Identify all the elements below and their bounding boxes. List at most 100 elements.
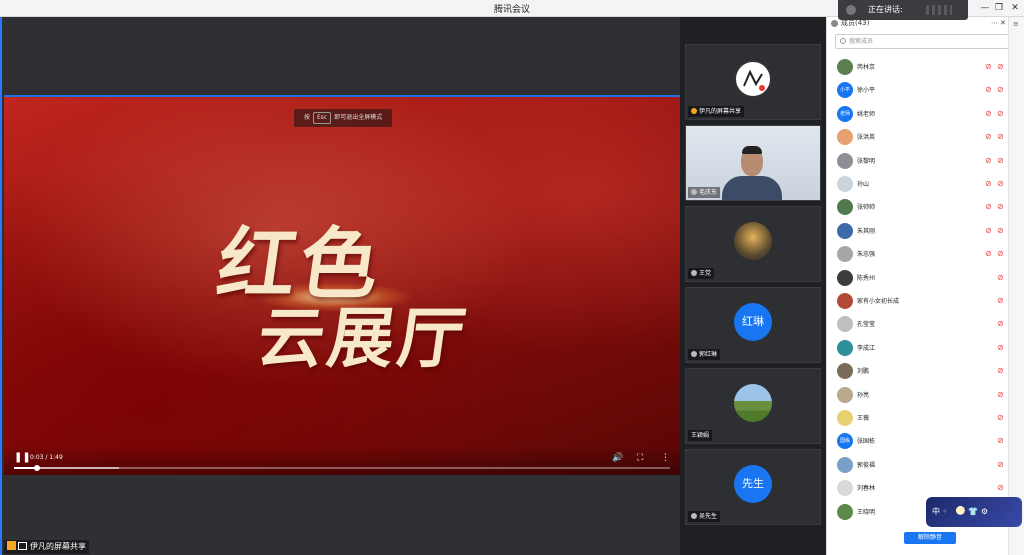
ime-toolbar[interactable]: 中 ◦ 👕 ⚙ bbox=[926, 497, 1022, 527]
progress-bar[interactable] bbox=[14, 465, 670, 471]
progress-knob[interactable] bbox=[33, 465, 40, 471]
settings-icon[interactable]: ⚙ bbox=[981, 507, 988, 516]
member-row[interactable]: 国栋 张国栋 ⊘ bbox=[835, 431, 1015, 451]
video-controls: ❚❚ 0:03 / 1:49 🔊 ⛶ ⋮ bbox=[4, 445, 680, 475]
close-button[interactable]: ✕ bbox=[1006, 1, 1024, 15]
member-row[interactable]: 家有小女初长成 ⊘ bbox=[835, 291, 1015, 311]
member-avatar bbox=[837, 480, 853, 497]
member-row[interactable]: 孔莹莹 ⊘ bbox=[835, 314, 1015, 334]
fullscreen-icon[interactable]: ⛶ bbox=[637, 453, 643, 463]
participant-tile[interactable]: 王党 bbox=[685, 206, 821, 282]
member-row[interactable]: 陈秀州 ⊘ bbox=[835, 268, 1015, 288]
member-avatar bbox=[837, 59, 853, 75]
mic-off-icon[interactable]: ⊘ bbox=[997, 343, 1005, 352]
mic-off-icon[interactable]: ⊘ bbox=[997, 390, 1005, 399]
member-row[interactable]: 芮林京 ⊘ ⊘ bbox=[835, 57, 1015, 77]
mic-icon bbox=[691, 270, 697, 276]
moon-icon[interactable] bbox=[949, 503, 966, 520]
camera-off-icon[interactable]: ⊘ bbox=[985, 179, 993, 188]
avatar bbox=[734, 384, 772, 422]
camera-off-icon[interactable]: ⊘ bbox=[985, 156, 993, 165]
camera-off-icon[interactable]: ⊘ bbox=[985, 226, 993, 235]
member-row[interactable]: 朱忠强 ⊘ ⊘ bbox=[835, 244, 1015, 264]
member-name: 张洪英 bbox=[857, 134, 876, 142]
share-user-icon bbox=[691, 108, 697, 114]
member-row[interactable]: 小平 徐小平 ⊘ ⊘ bbox=[835, 80, 1015, 100]
esc-hint-prefix: 按 bbox=[304, 114, 311, 121]
mic-off-icon[interactable]: ⊘ bbox=[997, 179, 1005, 188]
camera-off-icon[interactable]: ⊘ bbox=[985, 62, 993, 71]
member-avatar bbox=[837, 246, 853, 263]
participant-tile[interactable]: 毛庆东 bbox=[685, 125, 821, 201]
mic-off-icon[interactable]: ⊘ bbox=[997, 413, 1005, 422]
member-row[interactable]: 老师 姚老师 ⊘ ⊘ bbox=[835, 104, 1015, 124]
member-row[interactable]: 刘春林 ⊘ bbox=[835, 478, 1015, 498]
camera-off-icon[interactable]: ⊘ bbox=[985, 202, 993, 211]
camera-off-icon[interactable]: ⊘ bbox=[985, 132, 993, 141]
mic-off-icon[interactable]: ⊘ bbox=[997, 249, 1005, 258]
members-title: 成员(43) bbox=[841, 19, 870, 27]
mic-off-icon[interactable]: ⊘ bbox=[997, 85, 1005, 94]
member-row[interactable]: 刘鹏 ⊘ bbox=[835, 361, 1015, 381]
participant-tile[interactable]: 王颖娟 bbox=[685, 368, 821, 444]
camera-off-icon[interactable]: ⊘ bbox=[985, 85, 993, 94]
member-row[interactable]: 王薇 ⊘ bbox=[835, 408, 1015, 428]
mic-off-icon[interactable]: ⊘ bbox=[997, 132, 1005, 141]
search-placeholder: 搜索成员 bbox=[849, 38, 874, 45]
volume-icon[interactable]: 🔊 bbox=[612, 453, 623, 463]
audio-level-icon bbox=[926, 5, 952, 15]
camera-off-icon[interactable]: ⊘ bbox=[985, 109, 993, 118]
share-border bbox=[0, 17, 2, 555]
mic-off-icon[interactable]: ⊘ bbox=[997, 296, 1005, 305]
tile-name: 王颖娟 bbox=[688, 430, 713, 441]
member-name: 家有小女初长成 bbox=[857, 298, 900, 305]
participant-tile[interactable]: 先生 吴先生 bbox=[685, 449, 821, 525]
member-row[interactable]: 孙山 ⊘ ⊘ bbox=[835, 174, 1015, 194]
member-row[interactable]: 李成江 ⊘ bbox=[835, 338, 1015, 358]
participant-tile[interactable]: 红琳 郭红琳 bbox=[685, 287, 821, 363]
menu-icon[interactable]: ≡ bbox=[1013, 20, 1019, 28]
more-options-icon[interactable]: ⋮ bbox=[661, 453, 670, 463]
member-search-input[interactable]: 搜索成员 bbox=[835, 34, 1017, 49]
more-icon[interactable]: ⋯ bbox=[991, 17, 998, 30]
close-panel-icon[interactable]: ✕ bbox=[1000, 17, 1006, 30]
mic-off-icon[interactable]: ⊘ bbox=[997, 366, 1005, 375]
mic-off-icon[interactable]: ⊘ bbox=[997, 460, 1005, 469]
member-avatar bbox=[837, 176, 853, 192]
member-name: 孙山 bbox=[857, 181, 870, 188]
member-avatar bbox=[837, 316, 853, 333]
mic-off-icon[interactable]: ⊘ bbox=[997, 436, 1005, 445]
member-row[interactable]: 孙亮 ⊘ bbox=[835, 385, 1015, 405]
mic-off-icon[interactable]: ⊘ bbox=[997, 156, 1005, 165]
avatar: 红琳 bbox=[734, 303, 772, 341]
avatar bbox=[734, 60, 772, 98]
mic-off-icon[interactable]: ⊘ bbox=[997, 226, 1005, 235]
mic-off-icon[interactable]: ⊘ bbox=[997, 109, 1005, 118]
camera-off-icon[interactable]: ⊘ bbox=[985, 249, 993, 258]
pause-icon[interactable]: ❚❚ bbox=[14, 452, 31, 463]
member-row[interactable]: 朱其刚 ⊘ ⊘ bbox=[835, 221, 1015, 241]
member-row[interactable]: 张帅帅 ⊘ ⊘ bbox=[835, 197, 1015, 217]
screen-share-text: 伊凡的屏幕共享 bbox=[30, 542, 86, 551]
mic-off-icon[interactable]: ⊘ bbox=[997, 273, 1005, 282]
member-name: 张帅帅 bbox=[857, 204, 876, 212]
mic-off-icon[interactable]: ⊘ bbox=[997, 202, 1005, 211]
unmute-all-button[interactable]: 解除静音 bbox=[904, 532, 956, 544]
member-row[interactable]: 张黎明 ⊘ ⊘ bbox=[835, 151, 1015, 171]
member-name: 孙亮 bbox=[857, 391, 870, 399]
mic-off-icon[interactable]: ⊘ bbox=[997, 62, 1005, 71]
participant-tile[interactable]: 伊凡的屏幕共享 bbox=[685, 44, 821, 120]
member-avatar bbox=[837, 386, 853, 403]
member-avatar: 国栋 bbox=[837, 433, 853, 450]
mic-off-icon[interactable]: ⊘ bbox=[997, 483, 1005, 492]
punctuation-icon[interactable]: ◦ bbox=[943, 507, 950, 516]
member-row[interactable]: 张洪英 ⊘ ⊘ bbox=[835, 127, 1015, 147]
member-name: 刘鹏 bbox=[857, 368, 870, 376]
shared-video[interactable]: 红色 云展厅 按 Esc 即可退出全屏模式 ❚❚ 0:03 / 1:49 🔊 ⛶ ⋮ bbox=[4, 95, 680, 475]
ime-mode[interactable]: 中 bbox=[932, 507, 940, 516]
skin-icon[interactable]: 👕 bbox=[968, 507, 981, 516]
member-row[interactable]: 郭俊福 ⊘ bbox=[835, 455, 1015, 475]
mic-off-icon[interactable]: ⊘ bbox=[997, 319, 1005, 328]
fullscreen-exit-hint: 按 Esc 即可退出全屏模式 bbox=[294, 109, 393, 127]
avatar: 先生 bbox=[734, 465, 772, 503]
